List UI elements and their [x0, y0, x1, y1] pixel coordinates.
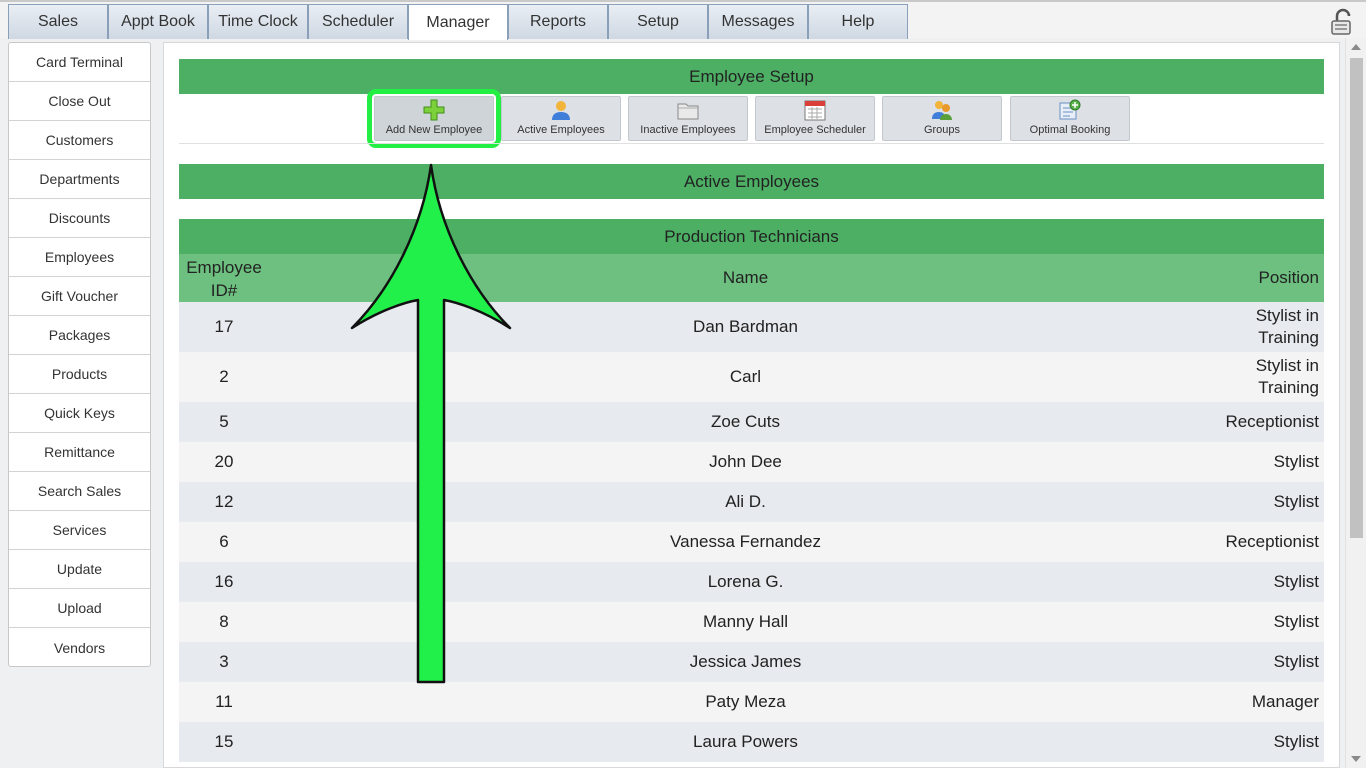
sidebar-item-employees[interactable]: Employees [9, 238, 150, 277]
sidebar-item-quick-keys[interactable]: Quick Keys [9, 394, 150, 433]
tab-time-clock[interactable]: Time Clock [208, 4, 308, 39]
cell-position: Manager [1251, 692, 1319, 711]
table-row[interactable]: 12 Ali D. Stylist [179, 482, 1324, 522]
cell-name: Vanessa Fernandez [670, 532, 821, 551]
cell-position: Stylist [1273, 572, 1319, 591]
cell-name: Ali D. [725, 492, 766, 511]
cell-name: Zoe Cuts [711, 412, 780, 431]
employee-table-header: Employee ID# Name Position [179, 254, 1324, 302]
cell-name: Carl [729, 367, 762, 386]
employee-scheduler-label: Employee Scheduler [764, 124, 866, 136]
cell-name: Lorena G. [707, 572, 784, 591]
table-row[interactable]: 5 Zoe Cuts Receptionist [179, 402, 1324, 442]
add-new-employee-label: Add New Employee [385, 124, 483, 136]
sidebar-item-gift-voucher[interactable]: Gift Voucher [9, 277, 150, 316]
cell-position: Stylist in Training [1255, 356, 1319, 397]
table-row[interactable]: 11 Paty Meza Manager [179, 682, 1324, 722]
page-scrollbar[interactable] [1345, 38, 1366, 768]
optimal-booking-label: Optimal Booking [1029, 124, 1111, 136]
employee-scheduler-button[interactable]: Employee Scheduler [755, 96, 875, 141]
table-row[interactable]: 3 Jessica James Stylist [179, 642, 1324, 682]
manager-sidebar: Card Terminal Close Out Customers Depart… [8, 42, 151, 667]
cell-name: Dan Bardman [693, 317, 798, 336]
tab-scheduler[interactable]: Scheduler [308, 4, 408, 39]
sidebar-item-services[interactable]: Services [9, 511, 150, 550]
cell-position: Stylist [1273, 452, 1319, 471]
cell-name: Jessica James [689, 652, 802, 671]
table-row[interactable]: 6 Vanessa Fernandez Receptionist [179, 522, 1324, 562]
table-row[interactable]: 17 Dan Bardman Stylist in Training [179, 302, 1324, 352]
cell-position: Receptionist [1225, 412, 1319, 431]
tab-appt-book[interactable]: Appt Book [108, 4, 208, 39]
cell-name: John Dee [709, 452, 782, 471]
table-row[interactable]: 15 Laura Powers Stylist [179, 722, 1324, 762]
cell-position: Stylist [1273, 612, 1319, 631]
tab-sales[interactable]: Sales [8, 4, 108, 39]
optimal-booking-button[interactable]: Optimal Booking [1010, 96, 1130, 141]
scroll-down-arrow-icon[interactable] [1351, 756, 1361, 762]
scrollbar-thumb[interactable] [1350, 58, 1363, 538]
tab-manager[interactable]: Manager [408, 4, 508, 40]
plus-icon [423, 99, 445, 121]
sidebar-item-search-sales[interactable]: Search Sales [9, 472, 150, 511]
inactive-employees-button[interactable]: Inactive Employees [628, 96, 748, 141]
sidebar-item-discounts[interactable]: Discounts [9, 199, 150, 238]
sidebar-item-close-out[interactable]: Close Out [9, 82, 150, 121]
sidebar-item-card-terminal[interactable]: Card Terminal [9, 43, 150, 82]
sidebar-item-update[interactable]: Update [9, 550, 150, 589]
tab-setup[interactable]: Setup [608, 4, 708, 39]
table-row[interactable]: 8 Manny Hall Stylist [179, 602, 1324, 642]
tab-reports[interactable]: Reports [508, 4, 608, 39]
top-nav: Sales Appt Book Time Clock Scheduler Man… [0, 0, 1366, 40]
sidebar-item-departments[interactable]: Departments [9, 160, 150, 199]
sidebar-item-upload[interactable]: Upload [9, 589, 150, 628]
person-icon [550, 99, 572, 121]
cell-position: Stylist [1273, 652, 1319, 671]
cell-position: Stylist in Training [1255, 306, 1319, 347]
sidebar-item-customers[interactable]: Customers [9, 121, 150, 160]
folder-icon [677, 99, 699, 121]
calendar-icon [804, 99, 826, 121]
tab-messages[interactable]: Messages [708, 4, 808, 39]
groups-label: Groups [923, 124, 961, 136]
table-row[interactable]: 20 John Dee Stylist [179, 442, 1324, 482]
tab-help[interactable]: Help [808, 4, 908, 39]
lock-icon[interactable] [1330, 8, 1356, 36]
cell-name: Paty Meza [705, 692, 786, 711]
cell-position: Stylist [1273, 732, 1319, 751]
employee-setup-header: Employee Setup [179, 59, 1324, 94]
optimal-booking-icon [1059, 99, 1081, 121]
table-row[interactable]: 16 Lorena G. Stylist [179, 562, 1324, 602]
main-panel: Employee Setup Add New Employee Active E… [163, 42, 1340, 768]
column-header-position[interactable]: Position [1259, 268, 1319, 288]
sidebar-item-packages[interactable]: Packages [9, 316, 150, 355]
active-employees-label: Active Employees [517, 124, 605, 136]
sidebar-item-products[interactable]: Products [9, 355, 150, 394]
sidebar-item-vendors[interactable]: Vendors [9, 628, 150, 667]
inactive-employees-label: Inactive Employees [640, 124, 736, 136]
production-technicians-header: Production Technicians [179, 219, 1324, 254]
add-new-employee-button[interactable]: Add New Employee [367, 89, 501, 148]
table-row[interactable]: 2 Carl Stylist in Training [179, 352, 1324, 402]
groups-button[interactable]: Groups [882, 96, 1002, 141]
active-employees-header: Active Employees [179, 164, 1324, 199]
sidebar-item-remittance[interactable]: Remittance [9, 433, 150, 472]
column-header-name[interactable]: Name [179, 268, 1312, 288]
cell-position: Stylist [1273, 492, 1319, 511]
active-employees-button[interactable]: Active Employees [501, 96, 621, 141]
scroll-up-arrow-icon[interactable] [1351, 44, 1361, 50]
cell-name: Manny Hall [702, 612, 789, 631]
toolbar-divider [179, 143, 1324, 144]
group-icon [931, 99, 953, 121]
cell-position: Receptionist [1225, 532, 1319, 551]
cell-name: Laura Powers [693, 732, 798, 751]
